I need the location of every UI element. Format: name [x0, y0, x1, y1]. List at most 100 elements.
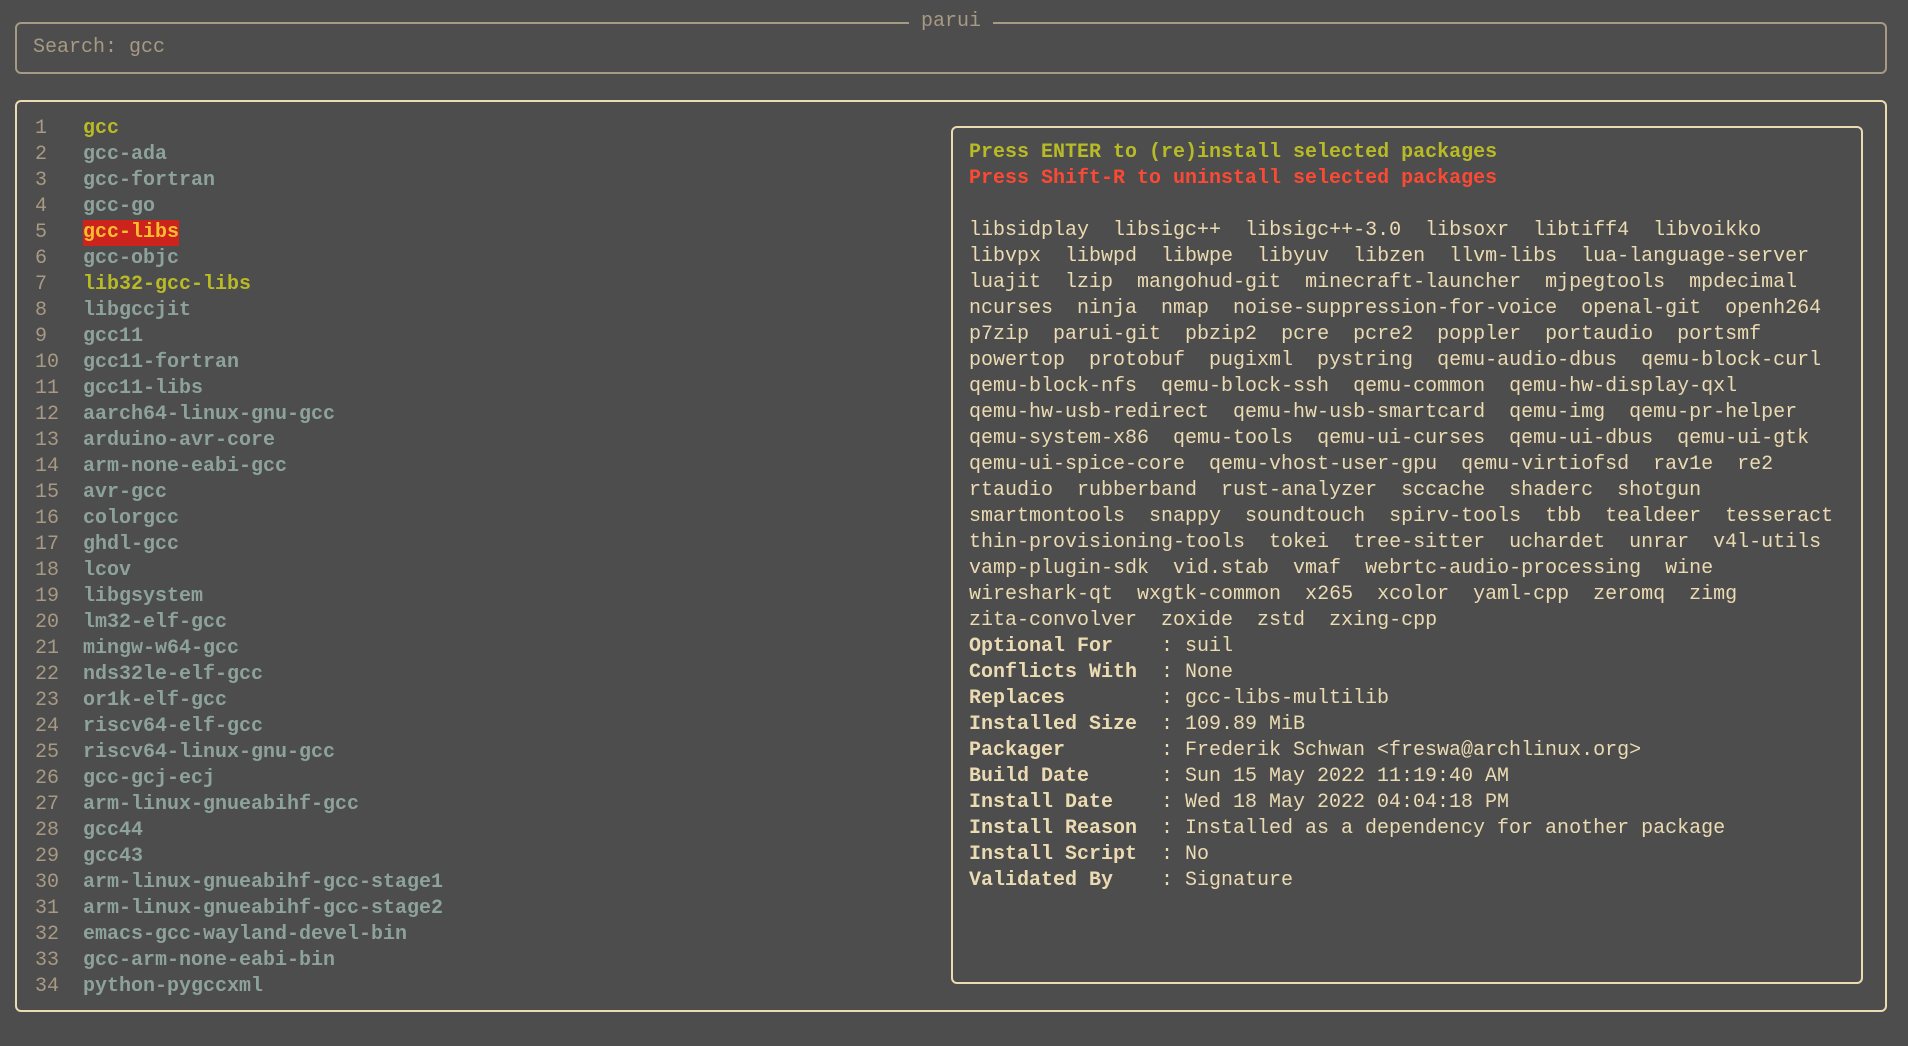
package-name[interactable]: libgsystem [83, 584, 203, 610]
package-name[interactable]: arm-none-eabi-gcc [83, 454, 287, 480]
package-row[interactable]: 30 arm-linux-gnueabihf-gcc-stage1 [35, 870, 443, 896]
row-number: 1 [35, 117, 48, 140]
package-row[interactable]: 17 ghdl-gcc [35, 532, 443, 558]
info-row: Replaces: gcc-libs-multilib [969, 686, 1849, 712]
package-row[interactable]: 11 gcc11-libs [35, 376, 443, 402]
package-row[interactable]: 9 gcc11 [35, 324, 443, 350]
package-name[interactable]: gcc44 [83, 818, 143, 844]
package-name[interactable]: lcov [83, 558, 131, 584]
package-name[interactable]: gcc-ada [83, 142, 167, 168]
package-name[interactable]: mingw-w64-gcc [83, 636, 239, 662]
package-row[interactable]: 34 python-pygccxml [35, 974, 443, 1000]
package-row[interactable]: 14 arm-none-eabi-gcc [35, 454, 443, 480]
package-row[interactable]: 1 gcc [35, 116, 443, 142]
row-number: 8 [35, 299, 48, 322]
app-title: parui [908, 9, 994, 35]
package-row[interactable]: 19 libgsystem [35, 584, 443, 610]
package-row[interactable]: 24 riscv64-elf-gcc [35, 714, 443, 740]
required-by-item: qemu-ui-dbus [1509, 427, 1654, 450]
required-by-item: parui-git [1053, 323, 1162, 346]
package-row[interactable]: 29 gcc43 [35, 844, 443, 870]
package-name[interactable]: libgccjit [83, 298, 191, 324]
required-by-item: shotgun [1617, 479, 1702, 502]
package-name[interactable]: gcc43 [83, 844, 143, 870]
row-number: 25 [35, 741, 60, 764]
package-row[interactable]: 4 gcc-go [35, 194, 443, 220]
package-name[interactable]: gcc-libs [83, 220, 180, 246]
package-row[interactable]: 5 gcc-libs [35, 220, 443, 246]
package-row[interactable]: 22 nds32le-elf-gcc [35, 662, 443, 688]
required-by-item: qemu-block-nfs [969, 375, 1138, 398]
package-name[interactable]: lm32-elf-gcc [83, 610, 227, 636]
package-name[interactable]: gcc-arm-none-eabi-bin [83, 948, 335, 974]
package-row[interactable]: 8 libgccjit [35, 298, 443, 324]
info-key: Replaces [969, 687, 1066, 710]
package-row[interactable]: 6 gcc-objc [35, 246, 443, 272]
info-row: Install Script: No [969, 842, 1849, 868]
required-by-item: zita-convolver [969, 609, 1138, 632]
search-box[interactable]: parui Search: gcc [15, 9, 1887, 74]
package-row[interactable]: 18 lcov [35, 558, 443, 584]
package-name[interactable]: riscv64-elf-gcc [83, 714, 263, 740]
package-name[interactable]: gcc-gcj-ecj [83, 766, 215, 792]
package-row[interactable]: 21 mingw-w64-gcc [35, 636, 443, 662]
row-number: 27 [35, 793, 60, 816]
required-by-item: zeromq [1593, 583, 1666, 606]
package-row[interactable]: 2 gcc-ada [35, 142, 443, 168]
required-by-item: unrar [1629, 531, 1690, 554]
required-by-item: pystring [1317, 349, 1414, 372]
package-name[interactable]: aarch64-linux-gnu-gcc [83, 402, 335, 428]
required-by-item: vid.stab [1173, 557, 1270, 580]
package-row[interactable]: 7 lib32-gcc-libs [35, 272, 443, 298]
package-name[interactable]: riscv64-linux-gnu-gcc [83, 740, 335, 766]
package-name[interactable]: ghdl-gcc [83, 532, 179, 558]
search-input[interactable]: Search: gcc [33, 35, 165, 61]
package-name[interactable]: gcc-go [83, 194, 155, 220]
package-name[interactable]: arm-linux-gnueabihf-gcc [83, 792, 359, 818]
required-by-item: openal-git [1581, 297, 1702, 320]
package-name[interactable]: gcc11 [83, 324, 143, 350]
package-row[interactable]: 20 lm32-elf-gcc [35, 610, 443, 636]
package-name[interactable]: gcc-fortran [83, 168, 215, 194]
package-row[interactable]: 23 or1k-elf-gcc [35, 688, 443, 714]
package-row[interactable]: 26 gcc-gcj-ecj [35, 766, 443, 792]
required-by-item: tesseract [1725, 505, 1834, 528]
required-by-item: nmap [1161, 297, 1210, 320]
package-row[interactable]: 25 riscv64-linux-gnu-gcc [35, 740, 443, 766]
package-row[interactable]: 12 aarch64-linux-gnu-gcc [35, 402, 443, 428]
package-name[interactable]: or1k-elf-gcc [83, 688, 227, 714]
required-by-item: xcolor [1377, 583, 1450, 606]
package-name[interactable]: gcc [83, 116, 119, 142]
package-row[interactable]: 31 arm-linux-gnueabihf-gcc-stage2 [35, 896, 443, 922]
package-name[interactable]: gcc11-fortran [83, 350, 239, 376]
package-name[interactable]: arm-linux-gnueabihf-gcc-stage1 [83, 870, 443, 896]
required-by-item: rubberband [1077, 479, 1198, 502]
package-row[interactable]: 27 arm-linux-gnueabihf-gcc [35, 792, 443, 818]
required-by-item: qemu-ui-curses [1317, 427, 1486, 450]
required-by-item: tealdeer [1605, 505, 1702, 528]
row-number: 15 [35, 481, 60, 504]
package-row[interactable]: 10 gcc11-fortran [35, 350, 443, 376]
package-row[interactable]: 28 gcc44 [35, 818, 443, 844]
package-name[interactable]: nds32le-elf-gcc [83, 662, 263, 688]
package-name[interactable]: avr-gcc [83, 480, 167, 506]
package-name[interactable]: gcc-objc [83, 246, 179, 272]
package-row[interactable]: 33 gcc-arm-none-eabi-bin [35, 948, 443, 974]
package-row[interactable]: 16 colorgcc [35, 506, 443, 532]
required-by-item: vmaf [1293, 557, 1342, 580]
package-name[interactable]: lib32-gcc-libs [83, 272, 251, 298]
required-by-item: qemu-tools [1173, 427, 1294, 450]
required-by-item: libwpd [1065, 245, 1138, 268]
package-name[interactable]: arduino-avr-core [83, 428, 275, 454]
package-name[interactable]: colorgcc [83, 506, 179, 532]
package-name[interactable]: python-pygccxml [83, 974, 263, 1000]
package-name[interactable]: emacs-gcc-wayland-devel-bin [83, 922, 407, 948]
package-row[interactable]: 32 emacs-gcc-wayland-devel-bin [35, 922, 443, 948]
package-row[interactable]: 13 arduino-avr-core [35, 428, 443, 454]
row-number: 5 [35, 221, 48, 244]
package-name[interactable]: arm-linux-gnueabihf-gcc-stage2 [83, 896, 443, 922]
package-name[interactable]: gcc11-libs [83, 376, 203, 402]
package-list[interactable]: 1 gcc 2 gcc-ada 3 gcc-fortran 4 gcc-go 5 gcc-libs… [35, 116, 443, 1000]
package-row[interactable]: 3 gcc-fortran [35, 168, 443, 194]
package-row[interactable]: 15 avr-gcc [35, 480, 443, 506]
